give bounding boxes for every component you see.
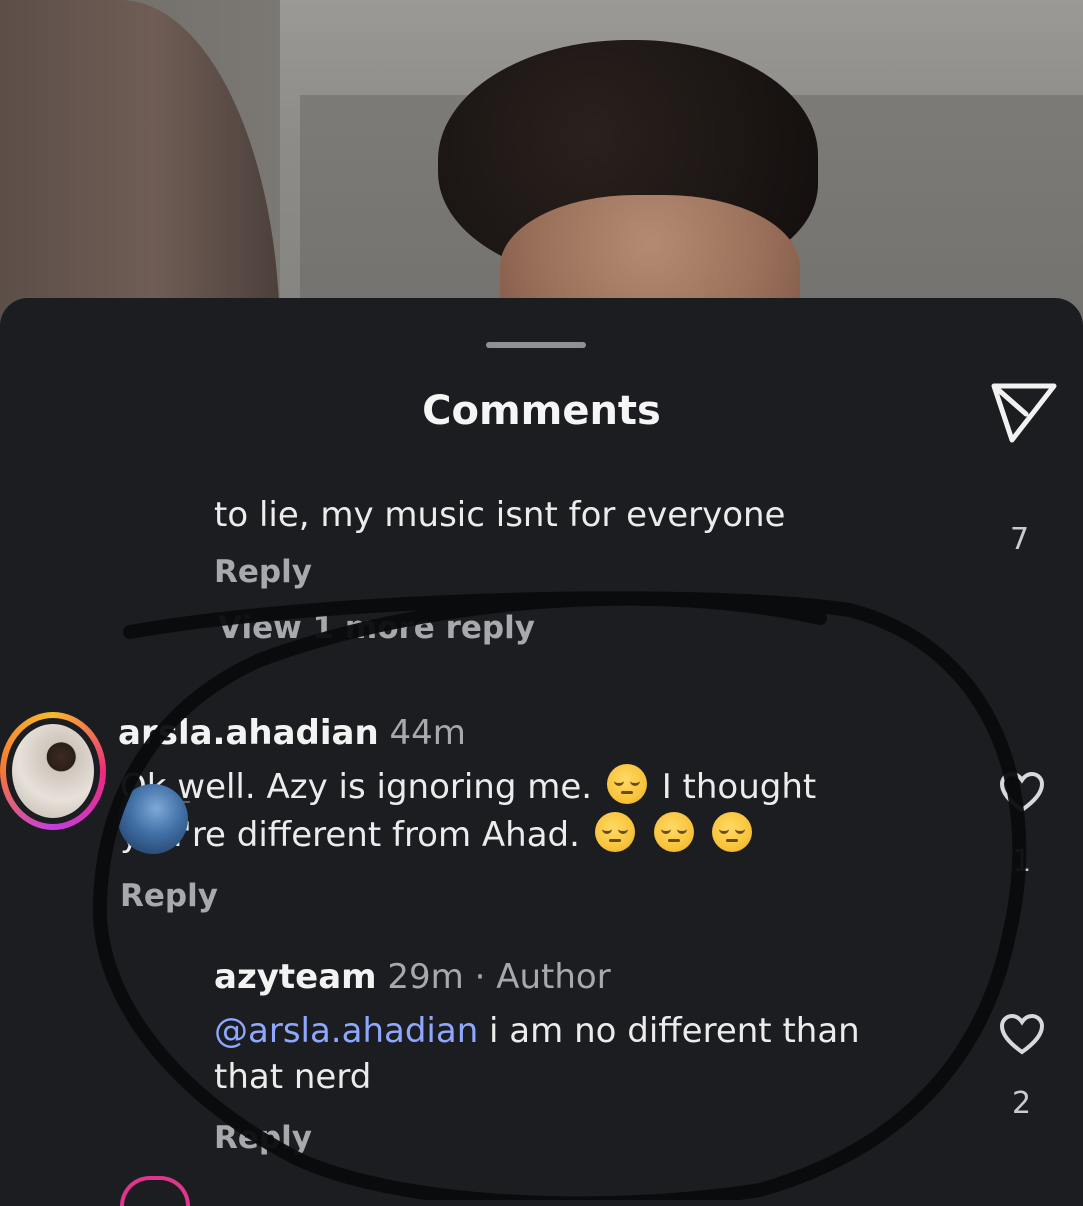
reply-button[interactable]: Reply [120, 878, 218, 914]
door [0, 0, 280, 340]
pensive-emoji-icon [712, 812, 753, 852]
pensive-emoji-icon [653, 812, 694, 852]
pensive-emoji-icon [594, 812, 635, 852]
heart-icon[interactable] [1004, 470, 1040, 482]
comments-sheet: Comments ▔▔▔▔▔▔▔▔ to lie, my music isnt … [0, 298, 1083, 1200]
reply-button[interactable]: Reply [214, 1120, 312, 1156]
heart-icon[interactable] [998, 770, 1046, 814]
reply-button[interactable]: Reply [214, 554, 312, 590]
comment-text-line-2: you're different from Ahad. [120, 812, 756, 858]
reply-text: i am no different than [478, 1011, 860, 1051]
timestamp: 29m [387, 957, 464, 997]
comment-text: you're different from Ahad. [120, 815, 580, 855]
avatar[interactable] [118, 784, 188, 854]
pensive-emoji-icon [606, 764, 647, 804]
reply-header: azyteam 29m · Author [214, 954, 611, 1000]
drag-handle[interactable] [486, 342, 586, 348]
separator: · [474, 957, 486, 997]
avatar[interactable] [0, 712, 106, 830]
mention-link[interactable]: @arsla.ahadian [214, 1011, 478, 1051]
view-more-replies-button[interactable]: View 1 more reply [218, 610, 535, 646]
like-count: 7 [1010, 522, 1030, 557]
author-badge: Author [496, 957, 611, 997]
cut-off-text-fragment: ▔▔▔▔▔▔▔▔ [214, 470, 439, 484]
send-icon[interactable] [990, 380, 1058, 444]
username[interactable]: arsla.ahadian [118, 713, 379, 753]
heart-icon[interactable] [998, 1012, 1046, 1056]
video-preview [0, 0, 1083, 340]
comment-text: to lie, my music isnt for everyone [214, 495, 786, 535]
comment-text: I thought [661, 767, 817, 807]
username[interactable]: azyteam [214, 957, 377, 997]
timestamp: 44m [389, 713, 466, 753]
reply-text-line-1: @arsla.ahadian i am no different than [214, 1008, 860, 1054]
like-count: 1 [1012, 844, 1032, 879]
comment-header: arsla.ahadian 44m [118, 710, 466, 756]
comment-text-line-1: Ok well. Azy is ignoring me. I thought [120, 764, 816, 810]
comment-text: Ok well. Azy is ignoring me. [120, 767, 593, 807]
sheet-title: Comments [422, 388, 661, 434]
reply-text-line-2: that nerd [214, 1057, 372, 1097]
like-count: 2 [1012, 1086, 1032, 1121]
avatar-photo [12, 724, 94, 818]
